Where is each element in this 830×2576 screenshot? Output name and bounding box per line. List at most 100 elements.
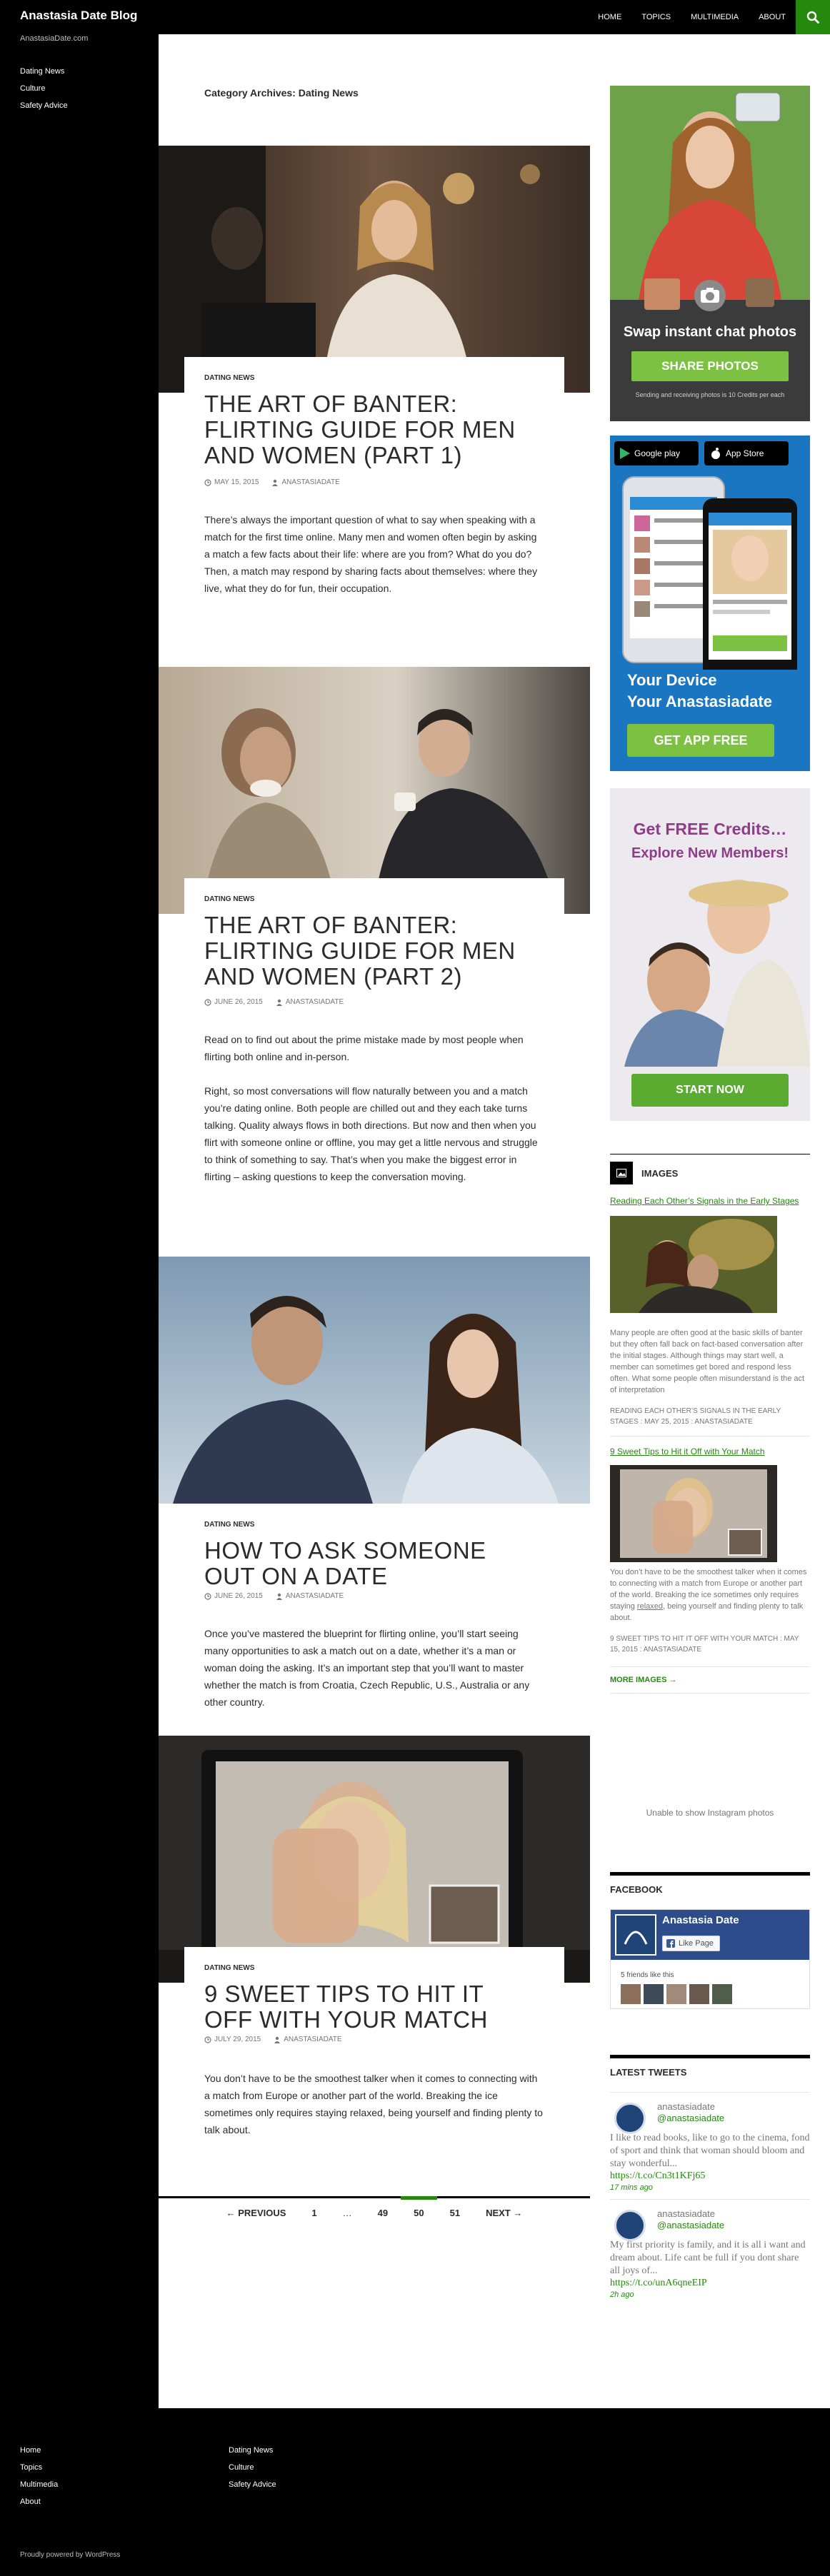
post-photo-image (159, 1736, 590, 1983)
post-date[interactable]: MAY 15, 2015 (204, 478, 259, 486)
image-post-link[interactable]: Reading Each Other’s Signals in the Earl… (610, 1194, 810, 1207)
friend-avatar[interactable] (644, 1984, 664, 2004)
image-post-link[interactable]: 9 Sweet Tips to Hit it Off with Your Mat… (610, 1445, 810, 1458)
google-play-badge[interactable]: Google play (614, 441, 699, 466)
friend-avatar[interactable] (666, 1984, 686, 2004)
pagination-page-1[interactable]: 1 (299, 2198, 329, 2228)
image-post-thumbnail[interactable] (610, 1465, 777, 1562)
post-date[interactable]: JULY 29, 2015 (204, 2036, 261, 2043)
ad-headline: Swap instant chat photos (623, 324, 797, 340)
start-now-button[interactable]: START NOW (631, 1074, 789, 1107)
entry-card: DATING NEWS THE ART OF BANTER: FLIRTING … (184, 357, 564, 638)
tweet-author-handle[interactable]: @anastasiadate (657, 2113, 724, 2123)
entry-card: DATING NEWS HOW TO ASK SOMEONE OUT ON A … (159, 1504, 564, 1708)
app-store-badge[interactable]: App Store (704, 441, 789, 466)
post-thumbnail[interactable] (159, 1736, 590, 1983)
ad-banner-share-photos[interactable]: Swap instant chat photos SHARE PHOTOS Se… (610, 86, 810, 421)
share-photos-button[interactable]: SHARE PHOTOS (631, 351, 789, 381)
category-link[interactable]: DATING NEWS (204, 1964, 254, 1972)
ad-banner-free-credits[interactable]: Get FREE Credits… Explore New Members! S… (610, 788, 810, 1121)
category-link[interactable]: DATING NEWS (204, 1521, 254, 1529)
pagination-page-51[interactable]: 51 (437, 2198, 473, 2228)
entry-meta: MAY 15, 2015 ANASTASIADATE (204, 478, 340, 486)
post-thumbnail[interactable] (159, 146, 590, 393)
ad-banner-app[interactable]: Google play App Store Your Device Your A… (610, 436, 810, 771)
facebook-like-button[interactable]: Like Page (662, 1936, 720, 1951)
friend-avatar[interactable] (712, 1984, 732, 2004)
phones-image (622, 476, 797, 670)
post-title[interactable]: 9 SWEET TIPS TO HIT IT OFF WITH YOUR MAT… (204, 1981, 533, 2033)
nav-topics[interactable]: TOPICS (631, 0, 681, 34)
image-post-meta: READING EACH OTHER’S SIGNALS IN THE EARL… (610, 1407, 781, 1426)
pagination-page-49[interactable]: 49 (365, 2198, 401, 2228)
facebook-page-name[interactable]: Anastasia Date (662, 1914, 739, 1926)
tweet-timestamp[interactable]: 2h ago (610, 2290, 810, 2299)
pagination-next[interactable]: NEXT → (473, 2198, 535, 2228)
post-thumbnail[interactable] (159, 667, 590, 914)
footer-link-home[interactable]: Home (20, 2442, 58, 2459)
footer-link-dating-news[interactable]: Dating News (229, 2442, 276, 2459)
image-post-thumbnail[interactable] (610, 1216, 777, 1313)
post-author[interactable]: ANASTASIADATE (276, 1592, 344, 1600)
images-widget-header: IMAGES (610, 1154, 810, 1184)
post-author[interactable]: ANASTASIADATE (271, 478, 340, 486)
post-title[interactable]: THE ART OF BANTER: FLIRTING GUIDE FOR ME… (204, 391, 533, 468)
left-nav-dating-news[interactable]: Dating News (20, 63, 68, 80)
images-widget: IMAGES Reading Each Other’s Signals in t… (610, 1154, 810, 1694)
post-date[interactable]: JUNE 26, 2015 (204, 998, 263, 1006)
post-date[interactable]: JUNE 26, 2015 (204, 1592, 263, 1600)
image-post-meta: 9 SWEET TIPS TO HIT IT OFF WITH YOUR MAT… (610, 1635, 799, 1654)
friend-avatar[interactable] (621, 1984, 641, 2004)
footer-link-multimedia[interactable]: Multimedia (20, 2476, 58, 2493)
relaxed-link[interactable]: relaxed (637, 1602, 663, 1611)
tweet-author-handle[interactable]: @anastasiadate (657, 2220, 724, 2230)
pagination: ← PREVIOUS 1 … 49 50 51 NEXT → (159, 2196, 590, 2228)
entry-summary: Once you’ve mastered the blueprint for f… (204, 1628, 530, 1708)
search-button[interactable] (796, 0, 830, 34)
facebook-page-avatar[interactable] (615, 1914, 656, 1956)
clock-icon (204, 478, 211, 486)
post-author[interactable]: ANASTASIADATE (274, 2036, 342, 2043)
facebook-widget: FACEBOOK Anastasia Date Like Page 5 frie… (610, 1872, 810, 2009)
ad-subheadline: Explore New Members! (631, 845, 789, 861)
avatar[interactable] (614, 2210, 646, 2241)
footer-link-about[interactable]: About (20, 2493, 58, 2510)
left-nav-safety-advice[interactable]: Safety Advice (20, 97, 68, 114)
instagram-error-message: Unable to show Instagram photos (646, 1808, 774, 1818)
get-app-button[interactable]: GET APP FREE (627, 724, 774, 757)
nav-multimedia[interactable]: MULTIMEDIA (681, 0, 749, 34)
site-title[interactable]: Anastasia Date Blog (20, 9, 137, 23)
post-title[interactable]: THE ART OF BANTER: FLIRTING GUIDE FOR ME… (204, 912, 533, 990)
nav-about[interactable]: ABOUT (749, 0, 796, 34)
category-link[interactable]: DATING NEWS (204, 374, 254, 382)
footer-nav-categories: Dating News Culture Safety Advice (229, 2442, 276, 2493)
post-title[interactable]: HOW TO ASK SOMEONE OUT ON A DATE (204, 1538, 533, 1589)
footer-link-safety-advice[interactable]: Safety Advice (229, 2476, 276, 2493)
avatar[interactable] (614, 2103, 646, 2134)
entry-meta: JUNE 26, 2015 ANASTASIADATE (204, 1592, 344, 1600)
pagination-previous[interactable]: ← PREVIOUS (214, 2198, 299, 2228)
nav-home[interactable]: HOME (588, 0, 631, 34)
facebook-page-plugin: Anastasia Date Like Page 5 friends like … (610, 1909, 810, 2009)
category-link[interactable]: DATING NEWS (204, 895, 254, 903)
post-author[interactable]: ANASTASIADATE (276, 998, 344, 1006)
friend-avatar[interactable] (689, 1984, 709, 2004)
facebook-widget-title: FACEBOOK (610, 1884, 663, 1895)
more-images-link[interactable]: MORE IMAGES → (610, 1676, 810, 1684)
play-icon (620, 448, 630, 459)
tweet-link[interactable]: https://t.co/Cn3t1KFj65 (610, 2170, 810, 2182)
clock-icon (204, 1592, 211, 1600)
tweet-timestamp[interactable]: 17 mins ago (610, 2183, 810, 2192)
post-thumbnail[interactable] (159, 1257, 590, 1504)
tweet-link[interactable]: https://t.co/unA6qneEIP (610, 2278, 810, 2289)
camera-icon (694, 280, 726, 311)
user-icon (276, 1593, 282, 1600)
entry-summary: Read on to find out about the prime mist… (204, 1034, 538, 1182)
footer-link-culture[interactable]: Culture (229, 2459, 276, 2476)
left-nav-culture[interactable]: Culture (20, 80, 68, 97)
image-post-excerpt: Many people are often good at the basic … (610, 1329, 805, 1394)
powered-by-wordpress[interactable]: Proudly powered by WordPress (20, 2551, 120, 2559)
post-photo-image (159, 146, 590, 393)
footer-link-topics[interactable]: Topics (20, 2459, 58, 2476)
pagination-current-page: 50 (401, 2196, 438, 2228)
